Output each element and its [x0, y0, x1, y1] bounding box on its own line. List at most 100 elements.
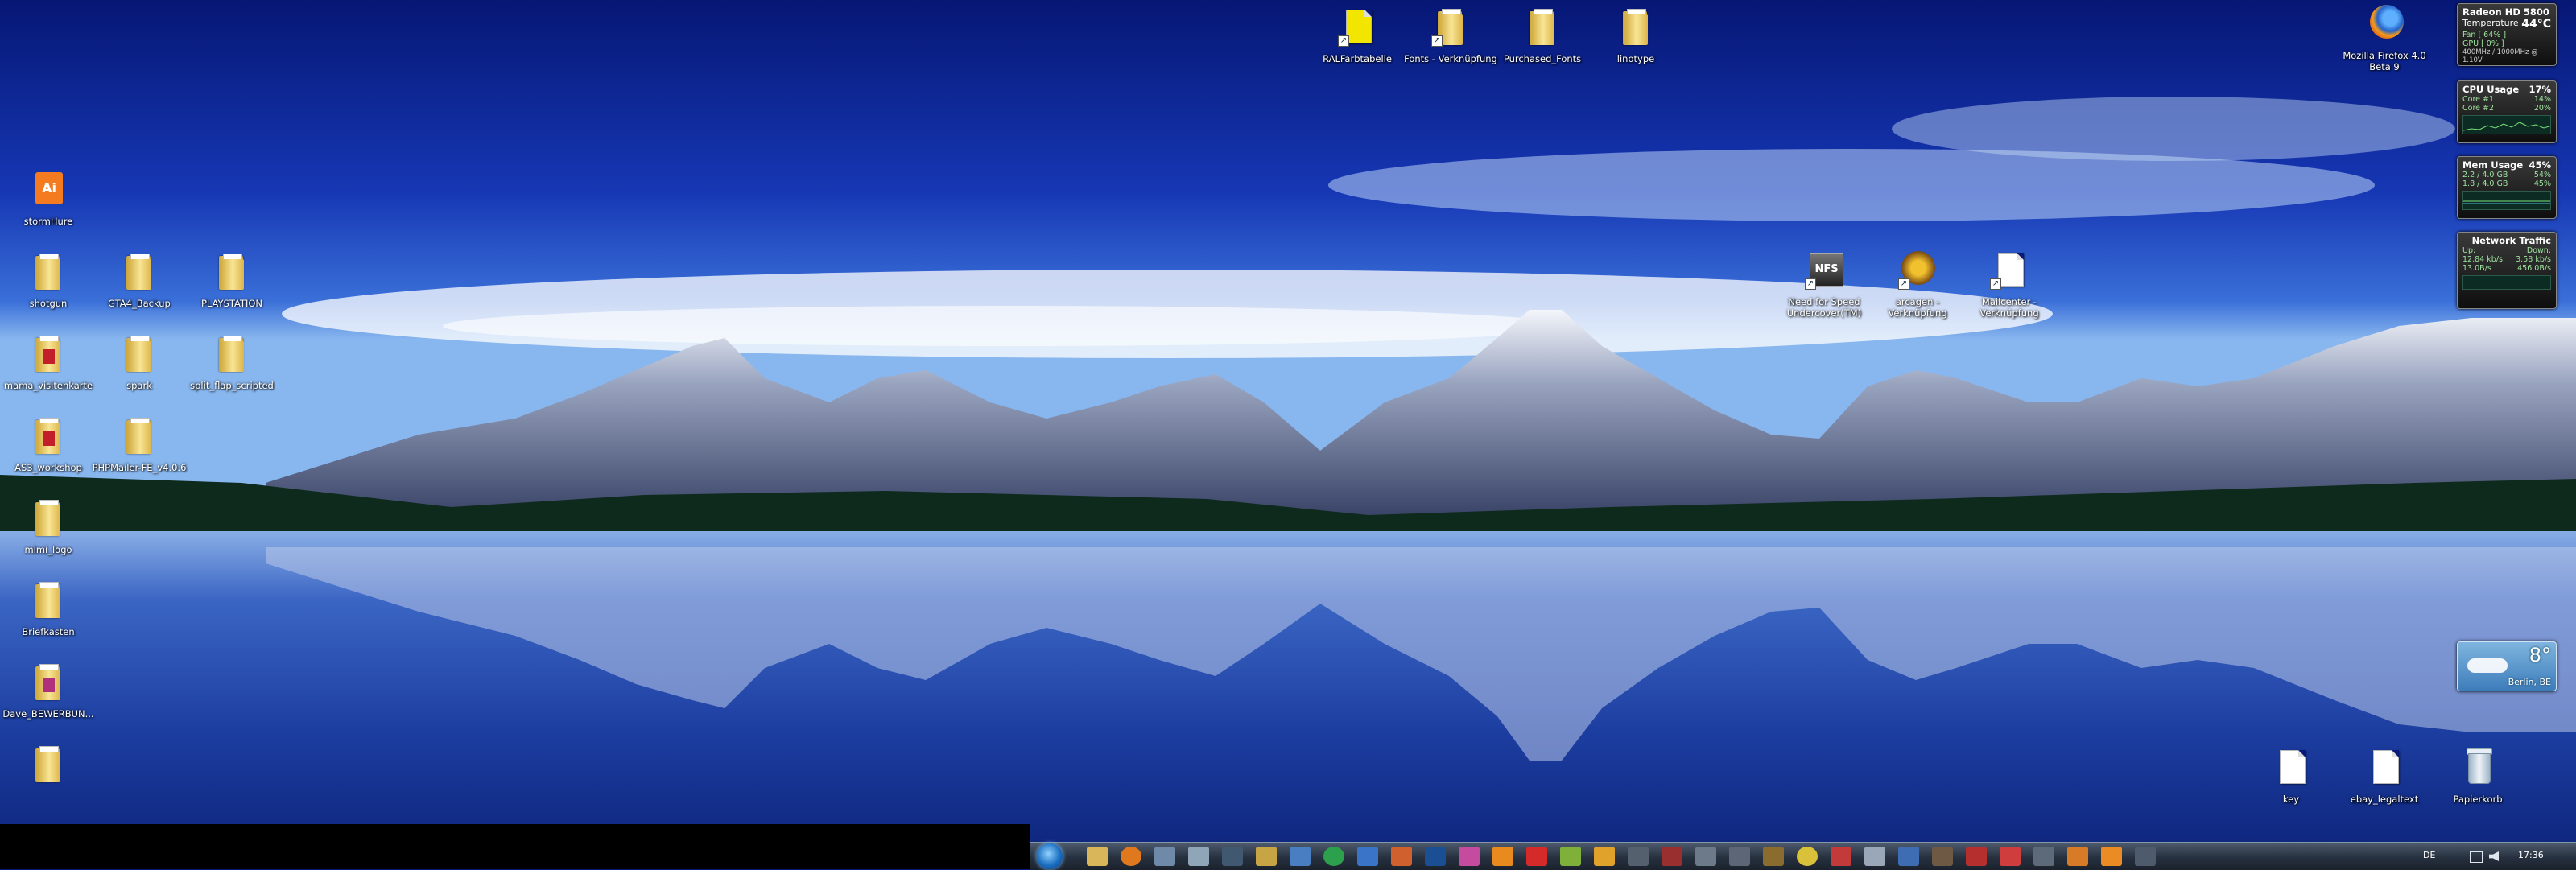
- taskbar-app-icon[interactable]: [1391, 847, 1412, 866]
- taskbar-app-icon[interactable]: [1357, 847, 1378, 866]
- desktop-icon-label: Dave_BEWERBUN...: [2, 708, 94, 720]
- net-up-value: 12.84 kb/s: [2462, 255, 2503, 264]
- desktop-icon-unnamed-folder[interactable]: [0, 742, 97, 790]
- taskbar-app-icon[interactable]: [2067, 847, 2088, 866]
- taskbar-app-icon[interactable]: [1492, 847, 1513, 866]
- desktop-icon-mailcenter[interactable]: ↗ Mailcenter - Verknüpfung: [1961, 248, 2058, 319]
- taskbar-app-icon[interactable]: [1526, 847, 1547, 866]
- document-icon: [2365, 745, 2404, 789]
- desktop-icon-mimi-logo[interactable]: mimi_logo: [0, 496, 97, 555]
- taskbar-app-icon[interactable]: [2033, 847, 2054, 866]
- desktop-icon-need-for-speed[interactable]: NFS ↗ Need for Speed Undercover(TM): [1776, 248, 1872, 319]
- desktop-icon-label: mimi_logo: [24, 544, 72, 555]
- desktop-icon-split-flap[interactable]: split_flap_scripted: [184, 332, 280, 391]
- desktop-icon-shotgun[interactable]: shotgun: [0, 249, 97, 309]
- desktop-icon-stormhure[interactable]: Ai stormHure: [0, 167, 97, 227]
- app-icon: ↗: [1338, 5, 1377, 48]
- tray-volume-icon[interactable]: [2489, 851, 2499, 861]
- desktop-icon-label: stormHure: [23, 216, 73, 227]
- mem-usage-gadget[interactable]: Mem Usage 45% 2.2 / 4.0 GB 54% 1.8 / 4.0 …: [2457, 156, 2557, 219]
- desktop-icon-playstation[interactable]: PLAYSTATION: [184, 249, 280, 309]
- desktop-icon-key[interactable]: key: [2243, 745, 2339, 805]
- taskbar-app-icon[interactable]: [1729, 847, 1750, 866]
- net-graph: [2462, 275, 2551, 290]
- taskbar-app-icon[interactable]: [1594, 847, 1615, 866]
- taskbar-app-icon[interactable]: [2101, 847, 2122, 866]
- taskbar-app-icon[interactable]: [2135, 847, 2156, 866]
- desktop-icon-briefkasten[interactable]: Briefkasten: [0, 578, 97, 637]
- desktop-icon-label: Briefkasten: [22, 626, 75, 637]
- taskbar-photoshop-icon[interactable]: [1425, 847, 1446, 866]
- taskbar-app-icon[interactable]: [1966, 847, 1987, 866]
- desktop-icon-label: Need for Speed Undercover(TM): [1786, 296, 1862, 319]
- desktop-icon-ralfarbtabelle[interactable]: ↗ RALFarbtabelle: [1309, 5, 1406, 64]
- folder-icon: [120, 249, 159, 293]
- desktop-icon-label: Papierkorb: [2453, 794, 2503, 805]
- desktop-icon-firefox[interactable]: Mozilla Firefox 4.0 Beta 9: [2336, 2, 2433, 72]
- shortcut-arrow-icon: ↗: [1898, 278, 1909, 290]
- net-up-label: Up:: [2462, 246, 2476, 255]
- taskbar-app-icon[interactable]: [1560, 847, 1581, 866]
- taskbar: DE 17:36: [1030, 842, 2576, 870]
- firefox-icon: [2365, 2, 2404, 45]
- folder-icon: [1616, 5, 1655, 48]
- network-traffic-gadget[interactable]: Network Traffic Up: Down: 12.84 kb/s 3.58 …: [2457, 232, 2557, 309]
- desktop-icon-label: RALFarbtabelle: [1323, 53, 1392, 64]
- taskbar-app-icon[interactable]: [1323, 847, 1344, 866]
- net-title: Network Traffic: [2471, 235, 2551, 246]
- desktop-icon-dave-bewerbung[interactable]: Dave_BEWERBUN...: [0, 660, 97, 720]
- shortcut-arrow-icon: ↗: [1431, 35, 1443, 47]
- taskbar-app-icon[interactable]: [1932, 847, 1953, 866]
- taskbar-app-icon[interactable]: [1290, 847, 1311, 866]
- taskbar-app-icon[interactable]: [1154, 847, 1175, 866]
- taskbar-app-icon[interactable]: [2000, 847, 2021, 866]
- desktop-icon-ebay-legaltext[interactable]: ebay_legaltext: [2336, 745, 2433, 805]
- cpu-usage-gadget[interactable]: CPU Usage 17% Core #1 14% Core #2 20%: [2457, 80, 2557, 143]
- desktop-icon-fonts-shortcut[interactable]: ↗ Fonts - Verknüpfung: [1402, 5, 1499, 64]
- gpu-monitor-gadget[interactable]: Radeon HD 5800 Temperature 44°C Fan [ 64…: [2457, 3, 2557, 66]
- taskbar-app-icon[interactable]: [1256, 847, 1277, 866]
- taskbar-app-icon[interactable]: [1222, 847, 1243, 866]
- desktop-icon-phpmailer[interactable]: PHPMailer-FE_v4.0.6: [91, 414, 188, 473]
- tray-network-icon[interactable]: [2470, 851, 2483, 863]
- taskbar-app-icon[interactable]: [1695, 847, 1716, 866]
- desktop-icon-as3-workshop[interactable]: AS3_workshop: [0, 414, 97, 473]
- taskbar-app-icon[interactable]: [1898, 847, 1919, 866]
- language-indicator[interactable]: DE: [2423, 850, 2435, 860]
- mem-title: Mem Usage: [2462, 159, 2524, 171]
- taskbar-app-icon[interactable]: [1662, 847, 1682, 866]
- taskbar-firefox-icon[interactable]: [1121, 847, 1141, 866]
- desktop-icon-label: shotgun: [29, 298, 68, 309]
- document-icon: ↗: [1990, 248, 2029, 291]
- gpu-temp-label: Temperature: [2462, 18, 2519, 28]
- taskbar-clock[interactable]: 17:36: [2518, 850, 2544, 860]
- desktop-icon-arcagen[interactable]: ↗ arcagen - Verknüpfung: [1869, 248, 1966, 319]
- desktop-icon-papierkorb[interactable]: Papierkorb: [2429, 745, 2526, 805]
- shortcut-arrow-icon: ↗: [1990, 278, 2001, 290]
- desktop-icon-gta4-backup[interactable]: GTA4_Backup: [91, 249, 188, 309]
- desktop-icon-mama-visitenkarte[interactable]: mama_visitenkarte: [0, 332, 97, 391]
- taskbar-app-icon[interactable]: [1763, 847, 1784, 866]
- folder-icon: [120, 332, 159, 375]
- taskbar-app-icon[interactable]: [1831, 847, 1852, 866]
- taskbar-app-icon[interactable]: [1797, 847, 1818, 866]
- taskbar-app-icon[interactable]: [1459, 847, 1480, 866]
- desktop-icon-label: Purchased_Fonts: [1503, 53, 1582, 64]
- taskbar-app-icon[interactable]: [1188, 847, 1209, 866]
- shortcut-arrow-icon: ↗: [1805, 278, 1816, 290]
- taskbar-explorer-icon[interactable]: [1087, 847, 1108, 866]
- mem-row2-label: 1.8 / 4.0 GB: [2462, 179, 2508, 188]
- gpu-clock: 400MHz / 1000MHz @ 1.10V: [2462, 48, 2538, 64]
- desktop-icon-linotype[interactable]: linotype: [1587, 5, 1684, 64]
- start-button-icon[interactable]: [1037, 843, 1063, 869]
- desktop-icon-spark[interactable]: spark: [91, 332, 188, 391]
- mem-value: 45%: [2529, 159, 2551, 171]
- taskbar-app-icon[interactable]: [1864, 847, 1885, 866]
- desktop-icon-purchased-fonts[interactable]: Purchased_Fonts: [1494, 5, 1591, 64]
- folder-icon: [213, 332, 251, 375]
- weather-gadget[interactable]: 8° Berlin, BE: [2457, 641, 2557, 691]
- taskbar-app-icon[interactable]: [1628, 847, 1649, 866]
- desktop-icon-label: PLAYSTATION: [200, 298, 263, 309]
- weather-temp: 8°: [2529, 644, 2551, 666]
- desktop-icon-label: Fonts - Verknüpfung: [1404, 53, 1497, 64]
